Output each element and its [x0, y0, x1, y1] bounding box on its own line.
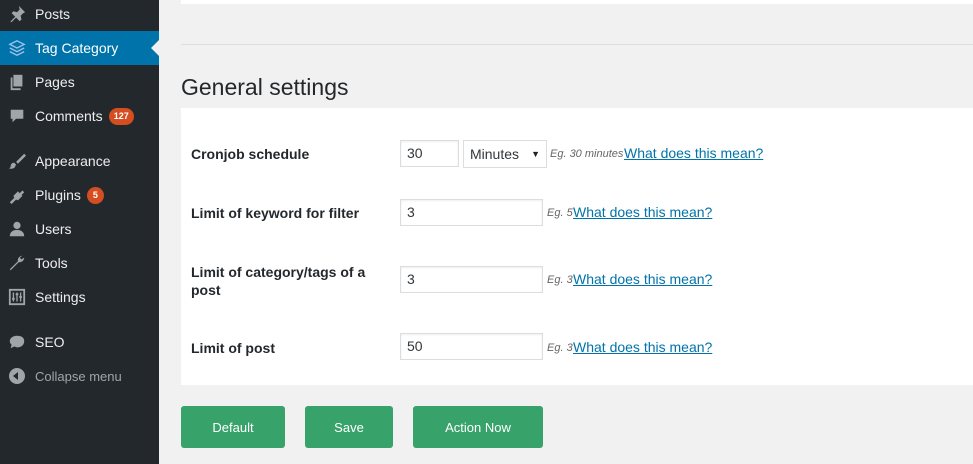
- admin-sidebar: Posts Tag Category Pages Comments 127 Ap…: [0, 0, 159, 464]
- top-panel: [181, 0, 973, 4]
- section-title: General settings: [181, 74, 349, 100]
- user-icon: [7, 219, 27, 239]
- plugin-icon: [7, 185, 27, 205]
- sidebar-item-pages[interactable]: Pages: [0, 65, 159, 99]
- brush-icon: [7, 151, 27, 171]
- sliders-icon: [7, 287, 27, 307]
- cronjob-hint: Eg. 30 minutes: [550, 148, 624, 160]
- sidebar-item-users[interactable]: Users: [0, 212, 159, 246]
- sidebar-item-appearance[interactable]: Appearance: [0, 144, 159, 178]
- sidebar-item-seo[interactable]: SEO: [0, 325, 159, 359]
- divider: [181, 44, 973, 45]
- sidebar-item-label: Plugins: [35, 187, 81, 203]
- collapse-icon: [7, 366, 27, 386]
- collapse-menu-label: Collapse menu: [35, 368, 122, 384]
- cronjob-unit-value: Minutes: [470, 146, 520, 162]
- post-limit-input[interactable]: 50: [400, 333, 543, 360]
- seo-icon: [7, 332, 27, 352]
- wrench-icon: [7, 253, 27, 273]
- post-limit-hint: Eg. 3: [547, 342, 573, 354]
- keyword-limit-help-link[interactable]: What does this mean?: [573, 204, 712, 220]
- cronjob-label: Cronjob schedule: [191, 146, 310, 162]
- sidebar-item-label: Appearance: [35, 153, 111, 169]
- sidebar-item-tag-category[interactable]: Tag Category: [0, 31, 159, 65]
- category-limit-help-link[interactable]: What does this mean?: [573, 271, 712, 287]
- sidebar-item-tools[interactable]: Tools: [0, 246, 159, 280]
- comment-icon: [7, 106, 27, 126]
- keyword-limit-input[interactable]: 3: [400, 199, 543, 226]
- layers-icon: [7, 38, 27, 58]
- cronjob-help-link[interactable]: What does this mean?: [624, 145, 763, 161]
- sidebar-item-label: Tools: [35, 255, 68, 271]
- sidebar-item-label: Settings: [35, 289, 86, 305]
- sidebar-item-label: SEO: [35, 334, 65, 350]
- sidebar-item-label: Tag Category: [35, 40, 119, 56]
- sidebar-item-plugins[interactable]: Plugins 5: [0, 178, 159, 212]
- comments-count-badge: 127: [108, 107, 134, 125]
- keyword-limit-label: Limit of keyword for filter: [191, 205, 360, 221]
- action-now-button[interactable]: Action Now: [413, 406, 543, 448]
- sidebar-item-settings[interactable]: Settings: [0, 280, 159, 314]
- post-limit-label: Limit of post: [191, 340, 275, 356]
- save-button[interactable]: Save: [305, 406, 393, 448]
- cronjob-interval-input[interactable]: 30: [400, 140, 459, 167]
- post-limit-help-link[interactable]: What does this mean?: [573, 339, 712, 355]
- category-limit-input[interactable]: 3: [400, 266, 543, 293]
- category-limit-label: Limit of category/tags of a post: [191, 264, 366, 298]
- pages-icon: [7, 72, 27, 92]
- sidebar-item-label: Comments: [35, 108, 103, 124]
- keyword-limit-hint: Eg. 5: [547, 207, 573, 219]
- cronjob-unit-select[interactable]: Minutes ▼: [463, 140, 547, 168]
- dropdown-arrow-icon: ▼: [531, 149, 540, 159]
- settings-panel: Cronjob schedule 30 Minutes ▼ Eg. 30 min…: [181, 108, 973, 385]
- sidebar-item-label: Users: [35, 221, 72, 237]
- sidebar-item-comments[interactable]: Comments 127: [0, 99, 159, 133]
- sidebar-item-posts[interactable]: Posts: [0, 0, 159, 31]
- category-limit-hint: Eg. 3: [547, 274, 573, 286]
- sidebar-item-label: Pages: [35, 74, 75, 90]
- pin-icon: [7, 4, 27, 24]
- collapse-menu-button[interactable]: Collapse menu: [0, 359, 159, 393]
- default-button[interactable]: Default: [181, 406, 285, 448]
- plugins-update-badge: 5: [86, 186, 104, 204]
- sidebar-item-label: Posts: [35, 6, 71, 22]
